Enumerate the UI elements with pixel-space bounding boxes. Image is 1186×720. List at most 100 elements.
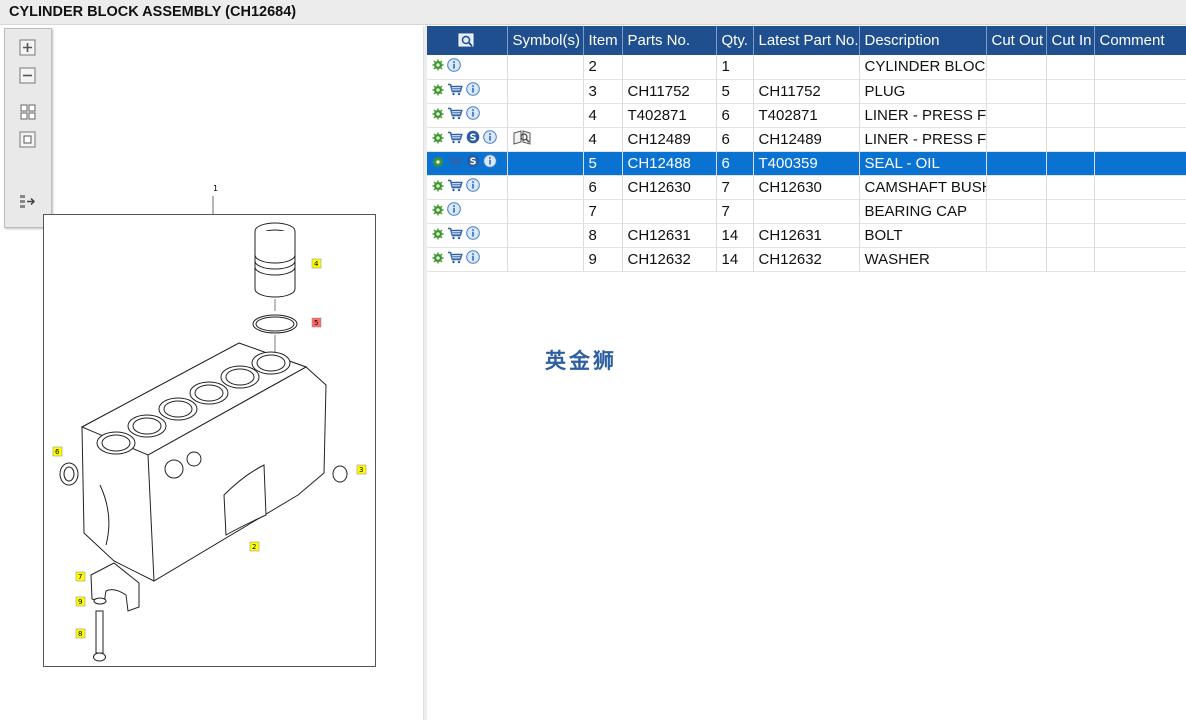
settings-icon[interactable] <box>432 155 444 172</box>
column-header-description[interactable]: Description <box>859 26 987 55</box>
watermark: 英金狮 <box>545 349 617 373</box>
table-row[interactable]: 2 1 CYLINDER BLOCK <box>427 55 1186 80</box>
callout-9[interactable]: 9 <box>78 598 82 606</box>
cut-out-cell <box>986 103 1047 128</box>
cut-out-cell <box>986 175 1047 200</box>
column-header-symbols[interactable]: Symbol(s) <box>507 26 584 55</box>
column-header-item[interactable]: Item <box>583 26 623 55</box>
table-row[interactable]: 6 CH12630 7 CH12630 CAMSHAFT BUSH <box>427 175 1186 200</box>
callout-2[interactable]: 2 <box>252 543 256 551</box>
column-header-parts-no[interactable]: Parts No. <box>622 26 717 55</box>
callout-3[interactable]: 3 <box>359 466 363 474</box>
cart-icon[interactable] <box>447 155 463 172</box>
comment-cell <box>1094 55 1186 80</box>
symbols-cell <box>507 175 584 200</box>
cart-icon[interactable] <box>447 227 463 244</box>
callout-5[interactable]: 5 <box>314 319 318 327</box>
supersession-icon[interactable]: S <box>466 130 480 148</box>
parts-no-cell: CH12632 <box>622 247 717 272</box>
info-icon[interactable] <box>483 130 497 148</box>
table-row[interactable]: 9 CH12632 14 CH12632 WASHER <box>427 247 1186 272</box>
table-row[interactable]: 7 7 BEARING CAP <box>427 199 1186 224</box>
manual-lookup-icon[interactable] <box>513 129 531 149</box>
column-header-latest-part-no[interactable]: Latest Part No. <box>753 26 860 55</box>
drawing-frame[interactable]: 4 5 6 3 2 7 9 8 <box>43 214 376 667</box>
info-icon[interactable] <box>447 202 461 220</box>
comment-cell <box>1094 79 1186 104</box>
item-cell: 4 <box>583 103 623 128</box>
info-icon[interactable] <box>466 178 480 196</box>
cart-icon[interactable] <box>447 83 463 100</box>
svg-text:S: S <box>470 156 477 167</box>
callout-6[interactable]: 6 <box>55 448 60 456</box>
latest-part-no-cell: CH12630 <box>753 175 860 200</box>
parts-no-cell: CH11752 <box>622 79 717 104</box>
parts-no-cell: CH12630 <box>622 175 717 200</box>
column-header-cut-in[interactable]: Cut In <box>1046 26 1095 55</box>
info-icon[interactable] <box>447 57 461 76</box>
symbols-cell <box>507 103 584 128</box>
item-cell: 5 <box>583 151 623 176</box>
latest-part-no-cell: T400359 <box>753 151 860 176</box>
settings-icon[interactable] <box>432 179 444 196</box>
comment-cell <box>1094 199 1186 224</box>
column-header-comment[interactable]: Comment <box>1094 26 1186 55</box>
latest-part-no-cell: CH12632 <box>753 247 860 272</box>
cut-in-cell <box>1046 151 1095 176</box>
row-actions-cell <box>427 199 508 224</box>
cut-in-cell <box>1046 103 1095 128</box>
cut-out-cell <box>986 151 1047 176</box>
table-row[interactable]: 8 CH12631 14 CH12631 BOLT <box>427 223 1186 248</box>
comment-cell <box>1094 151 1186 176</box>
comment-cell <box>1094 175 1186 200</box>
settings-icon[interactable] <box>432 58 444 75</box>
settings-icon[interactable] <box>432 131 444 148</box>
comment-cell <box>1094 103 1186 128</box>
column-header-qty[interactable]: Qty. <box>716 26 754 55</box>
table-row[interactable]: 4T4028716T402871LINER - PRESS FIT <box>427 103 1186 128</box>
cart-icon[interactable] <box>447 251 463 268</box>
latest-part-no-cell: CH12631 <box>753 223 860 248</box>
comment-cell <box>1094 223 1186 248</box>
item-cell: 2 <box>583 55 623 80</box>
cart-icon[interactable] <box>447 107 463 124</box>
cut-in-cell <box>1046 223 1095 248</box>
column-header-actions[interactable] <box>427 26 508 55</box>
cut-out-cell <box>986 79 1047 104</box>
table-header-row: Symbol(s) Item Parts No. Qty. Latest Par… <box>427 26 1186 55</box>
description-cell: BEARING CAP <box>859 199 987 224</box>
parts-no-cell <box>622 55 717 80</box>
description-cell: CAMSHAFT BUSH <box>859 175 987 200</box>
callout-7[interactable]: 7 <box>78 573 82 581</box>
settings-icon[interactable] <box>432 227 444 244</box>
table-row[interactable]: S4CH124896CH12489LINER - PRESS FIT <box>427 127 1186 152</box>
info-icon[interactable] <box>466 250 480 268</box>
description-cell: LINER - PRESS FIT <box>859 103 987 128</box>
parts-list-pane: Symbol(s) Item Parts No. Qty. Latest Par… <box>427 26 1186 720</box>
settings-icon[interactable] <box>432 83 444 100</box>
cart-icon[interactable] <box>447 179 463 196</box>
qty-cell: 7 <box>716 175 754 200</box>
settings-icon[interactable] <box>432 107 444 124</box>
cart-icon[interactable] <box>447 131 463 148</box>
search-icon[interactable] <box>458 33 476 49</box>
column-header-cut-out[interactable]: Cut Out <box>986 26 1047 55</box>
callout-8[interactable]: 8 <box>78 630 82 638</box>
qty-cell: 5 <box>716 79 754 104</box>
supersession-icon[interactable]: S <box>466 154 480 172</box>
table-row[interactable]: 3 CH11752 5 CH11752 PLUG <box>427 79 1186 104</box>
settings-icon[interactable] <box>432 251 444 268</box>
info-icon[interactable] <box>466 226 480 244</box>
settings-icon[interactable] <box>432 203 444 220</box>
table-row[interactable]: S 5 CH12488 6 T400359 SEAL - OIL <box>427 151 1186 176</box>
info-icon[interactable] <box>466 82 480 100</box>
symbols-cell <box>507 79 584 104</box>
callout-4[interactable]: 4 <box>314 260 319 268</box>
callout-1[interactable]: 1 <box>213 184 218 193</box>
cylinder-block-drawing: 4 5 6 3 2 7 9 8 <box>52 222 367 662</box>
latest-part-no-cell <box>753 199 860 224</box>
latest-part-no-cell <box>753 55 860 80</box>
parts-no-cell: T402871 <box>622 103 717 128</box>
info-icon[interactable] <box>466 106 480 124</box>
info-icon[interactable] <box>483 154 497 172</box>
